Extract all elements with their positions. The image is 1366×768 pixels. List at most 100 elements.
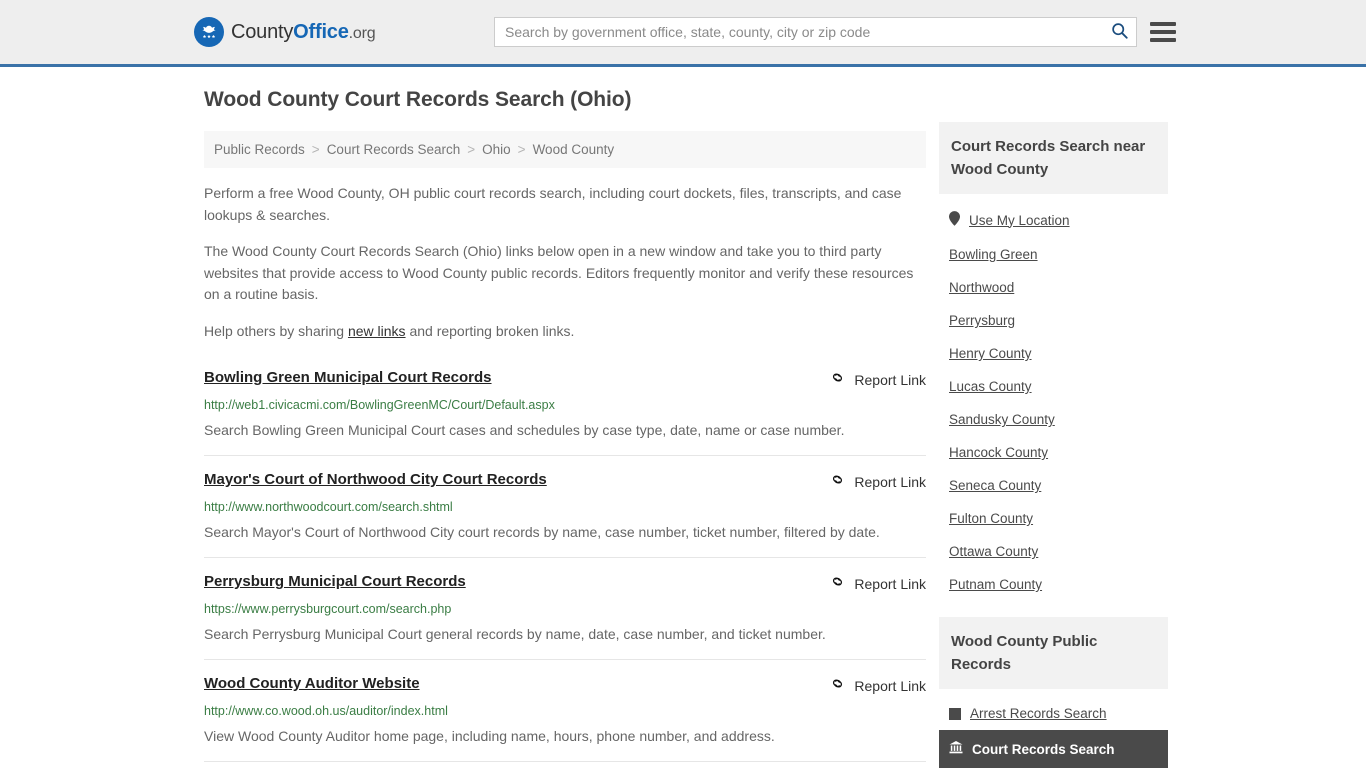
report-link-label: Report Link (854, 678, 926, 694)
sidebar-item-perrysburg[interactable]: Perrysburg (939, 304, 1168, 337)
sidebar-link[interactable]: Bowling Green (949, 247, 1038, 262)
logo-text-county: County (231, 20, 294, 43)
report-link-label: Report Link (854, 576, 926, 592)
widget-nearby-searches: Court Records Search near Wood County Us… (939, 122, 1168, 601)
result-item: Perrysburg Municipal Court Records Repor… (204, 557, 926, 659)
menu-bar-2 (1150, 30, 1176, 34)
sidebar-link[interactable]: Northwood (949, 280, 1014, 295)
result-item: Bowling Green Municipal Court Records Re… (204, 364, 926, 455)
breadcrumb-item-court-records-search[interactable]: Court Records Search (327, 142, 461, 157)
result-title-link[interactable]: Perrysburg Municipal Court Records (204, 572, 466, 592)
result-description: Search Perrysburg Municipal Court genera… (204, 626, 826, 642)
sidebar-item-arrest-records-search[interactable]: Arrest Records Search (939, 697, 1168, 730)
result-header: Perrysburg Municipal Court Records Repor… (204, 572, 926, 595)
widget-nearby-body: Use My Location Bowling Green Northwood … (939, 194, 1168, 601)
sidebar-item-henry-county[interactable]: Henry County (939, 337, 1168, 370)
result-title-link[interactable]: Mayor's Court of Northwood City Court Re… (204, 470, 547, 490)
result-url[interactable]: http://www.northwoodcourt.com/search.sht… (204, 500, 926, 515)
new-links-link[interactable]: new links (348, 323, 406, 339)
sidebar-link[interactable]: Putnam County (949, 577, 1042, 592)
report-link-label: Report Link (854, 474, 926, 490)
sidebar-item-fulton-county[interactable]: Fulton County (939, 502, 1168, 535)
intro-paragraph-1: Perform a free Wood County, OH public co… (204, 185, 902, 223)
widget-public-records-heading: Wood County Public Records (939, 617, 1168, 689)
sidebar-link[interactable]: Fulton County (949, 511, 1033, 526)
result-url[interactable]: http://web1.civicacmi.com/BowlingGreenMC… (204, 398, 926, 413)
sidebar-link[interactable]: Seneca County (949, 478, 1041, 493)
menu-bar-1 (1150, 22, 1176, 26)
intro-paragraph-2: The Wood County Court Records Search (Oh… (204, 243, 914, 302)
sidebar-item-seneca-county[interactable]: Seneca County (939, 469, 1168, 502)
sidebar-item-ottawa-county[interactable]: Ottawa County (939, 535, 1168, 568)
result-description: Search Bowling Green Municipal Court cas… (204, 422, 845, 438)
report-link-button[interactable]: Report Link (829, 369, 926, 391)
result-title-link[interactable]: Bowling Green Municipal Court Records (204, 368, 492, 388)
result-header: Wood County Auditor Website Report Link (204, 674, 926, 697)
results-list: Bowling Green Municipal Court Records Re… (204, 364, 926, 768)
sidebar-link[interactable]: Lucas County (949, 379, 1032, 394)
help-text-after: and reporting broken links. (405, 322, 575, 339)
search-input[interactable] (495, 18, 1102, 46)
page-title: Wood County Court Records Search (Ohio) (204, 88, 632, 111)
eagle-badge-icon (194, 17, 224, 47)
report-link-button[interactable]: Report Link (829, 675, 926, 697)
site-logo[interactable]: CountyOffice.org (194, 17, 376, 47)
site-header: CountyOffice.org (0, 0, 1366, 67)
breadcrumb: Public Records > Court Records Search > … (204, 131, 926, 168)
search-icon (1111, 22, 1128, 42)
site-logo-text: CountyOffice.org (231, 20, 376, 44)
menu-bar-3 (1150, 38, 1176, 42)
sidebar-item-northwood[interactable]: Northwood (939, 271, 1168, 304)
breadcrumb-item-public-records[interactable]: Public Records (214, 142, 305, 157)
sidebar-item-sandusky-county[interactable]: Sandusky County (939, 403, 1168, 436)
use-my-location-link[interactable]: Use My Location (969, 213, 1070, 228)
sidebar-item-lucas-county[interactable]: Lucas County (939, 370, 1168, 403)
search-button[interactable] (1102, 18, 1136, 46)
sidebar-item-hancock-county[interactable]: Hancock County (939, 436, 1168, 469)
sidebar-item-use-my-location[interactable]: Use My Location (939, 202, 1168, 238)
report-link-button[interactable]: Report Link (829, 471, 926, 493)
result-header: Bowling Green Municipal Court Records Re… (204, 368, 926, 391)
sidebar-link[interactable]: Hancock County (949, 445, 1048, 460)
result-item: Mayor's Court of Northwood City Court Re… (204, 455, 926, 557)
sidebar-item-bowling-green[interactable]: Bowling Green (939, 238, 1168, 271)
logo-text-office: Office (293, 20, 349, 43)
sidebar-link[interactable]: Henry County (949, 346, 1032, 361)
result-item: Wood County Child Support Warrants Repor… (204, 761, 926, 768)
result-title-link[interactable]: Wood County Auditor Website (204, 674, 420, 694)
result-description: View Wood County Auditor home page, incl… (204, 728, 775, 744)
broken-link-icon (829, 369, 846, 391)
result-url[interactable]: http://www.co.wood.oh.us/auditor/index.h… (204, 704, 926, 719)
map-pin-icon (949, 211, 960, 229)
sidebar-item-putnam-county[interactable]: Putnam County (939, 568, 1168, 601)
report-link-label: Report Link (854, 372, 926, 388)
result-url[interactable]: https://www.perrysburgcourt.com/search.p… (204, 602, 926, 617)
report-link-button[interactable]: Report Link (829, 573, 926, 595)
sidebar-link[interactable]: Perrysburg (949, 313, 1015, 328)
sidebar-item-court-records-search[interactable]: Court Records Search (939, 730, 1168, 768)
result-description: Search Mayor's Court of Northwood City c… (204, 524, 880, 540)
breadcrumb-separator: > (311, 142, 320, 157)
hamburger-menu-icon[interactable] (1150, 19, 1176, 45)
breadcrumb-separator: > (517, 142, 526, 157)
sidebar-link[interactable]: Ottawa County (949, 544, 1038, 559)
sidebar-link[interactable]: Sandusky County (949, 412, 1055, 427)
result-header: Mayor's Court of Northwood City Court Re… (204, 470, 926, 493)
breadcrumb-separator: > (467, 142, 476, 157)
result-item: Wood County Auditor Website Report Link … (204, 659, 926, 761)
widget-public-records-body: Arrest Records Search Court Records Sear… (939, 689, 1168, 768)
courthouse-icon (949, 741, 963, 757)
broken-link-icon (829, 573, 846, 595)
breadcrumb-item-ohio[interactable]: Ohio (482, 142, 511, 157)
help-text-before: Help others by sharing (204, 322, 348, 339)
breadcrumb-item-wood-county: Wood County (532, 142, 615, 157)
widget-public-records: Wood County Public Records Arrest Record… (939, 617, 1168, 768)
search-bar[interactable] (494, 17, 1137, 47)
sidebar-link[interactable]: Arrest Records Search (970, 706, 1107, 721)
broken-link-icon (829, 675, 846, 697)
widget-nearby-heading: Court Records Search near Wood County (939, 122, 1168, 194)
main-content: Wood County Court Records Search (Ohio) … (204, 88, 926, 768)
sidebar-link[interactable]: Court Records Search (972, 742, 1115, 757)
square-icon (949, 707, 961, 720)
broken-link-icon (829, 471, 846, 493)
